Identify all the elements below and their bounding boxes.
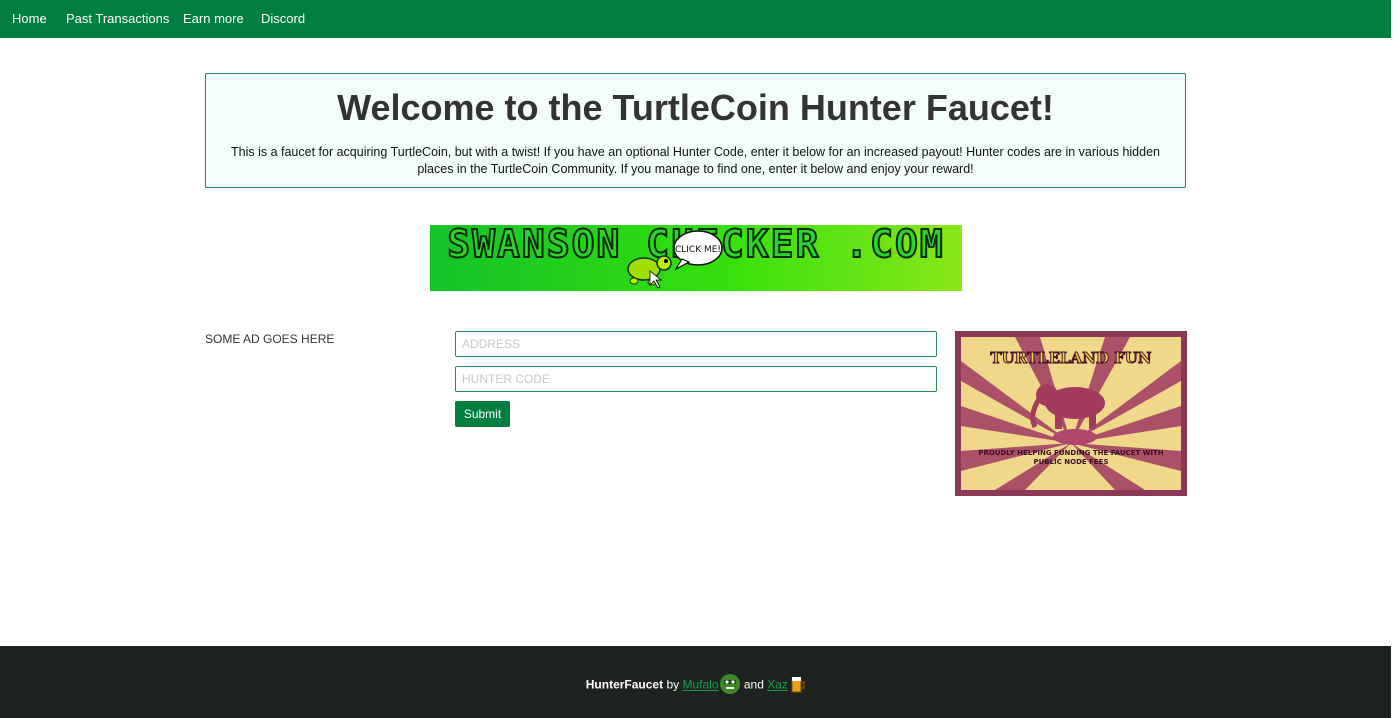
footer-author1-link[interactable]: Mufalo	[682, 678, 718, 692]
page-title: Welcome to the TurtleCoin Hunter Faucet!	[337, 87, 1054, 128]
poster-caption-line2: PUBLIC NODE FEES	[1033, 458, 1108, 466]
address-input[interactable]	[455, 331, 937, 357]
footer-and: and	[743, 677, 764, 692]
swanson-checker-banner-ad[interactable]: SWANSON CHECKER .COM CLICK ME!	[430, 225, 962, 291]
top-navbar: Home Past Transactions Earn more Discord	[0, 0, 1391, 38]
hulk-icon	[719, 673, 741, 698]
poster-caption-line1: PROUDLY HELPING FUNDING THE FAUCET WITH	[978, 449, 1163, 457]
nav-earn-more-link[interactable]: Earn more	[183, 11, 244, 26]
nav-past-transactions-link[interactable]: Past Transactions	[66, 11, 169, 26]
ad-placeholder-text: SOME AD GOES HERE	[205, 332, 335, 346]
turtleland-fun-poster-ad[interactable]: TURTLELAND FUN PROUDLY HELPING FUNDING T…	[955, 331, 1187, 496]
poster-title: TURTLELAND FUN	[990, 349, 1151, 367]
beer-icon	[791, 675, 805, 696]
footer-by: by	[666, 677, 680, 692]
footer-credits: HunterFaucet by Mufalo and Xaz	[0, 673, 1391, 698]
nav-discord-link[interactable]: Discord	[261, 11, 305, 26]
nav-home-link[interactable]: Home	[12, 11, 47, 26]
intro-text: This is a faucet for acquiring TurtleCoi…	[231, 145, 1160, 176]
footer-author2-link[interactable]: Xaz	[767, 678, 788, 692]
bubble-text: CLICK ME!	[675, 245, 721, 255]
hunter-code-input[interactable]	[455, 366, 937, 392]
footer-brand: HunterFaucet	[585, 677, 664, 692]
footer: HunterFaucet by Mufalo and Xaz	[0, 646, 1391, 718]
submit-button[interactable]: Submit	[455, 401, 510, 427]
welcome-panel: Welcome to the TurtleCoin Hunter Faucet!…	[205, 73, 1186, 188]
